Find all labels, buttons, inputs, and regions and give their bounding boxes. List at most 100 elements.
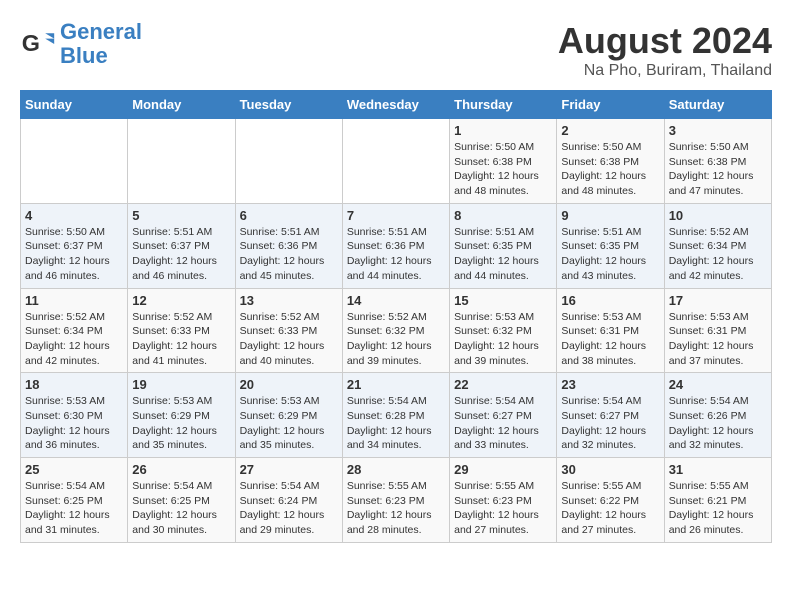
day-number: 28 (347, 462, 445, 477)
day-number: 3 (669, 123, 767, 138)
day-info: Sunrise: 5:52 AM Sunset: 6:34 PM Dayligh… (25, 310, 123, 369)
day-number: 27 (240, 462, 338, 477)
calendar-cell: 16 Sunrise: 5:53 AM Sunset: 6:31 PM Dayli… (557, 288, 664, 373)
day-info: Sunrise: 5:53 AM Sunset: 6:32 PM Dayligh… (454, 310, 552, 369)
svg-text:G: G (22, 30, 40, 56)
calendar-cell: 1Sunrise: 5:50 AM Sunset: 6:38 PM Daylig… (450, 119, 557, 204)
day-info: Sunrise: 5:55 AM Sunset: 6:21 PM Dayligh… (669, 479, 767, 538)
day-number: 23 (561, 377, 659, 392)
calendar-cell: 15 Sunrise: 5:53 AM Sunset: 6:32 PM Dayli… (450, 288, 557, 373)
calendar-cell: 6 Sunrise: 5:51 AM Sunset: 6:36 PM Daylig… (235, 203, 342, 288)
calendar-cell: 14 Sunrise: 5:52 AM Sunset: 6:32 PM Dayli… (342, 288, 449, 373)
calendar-cell: 27 Sunrise: 5:54 AM Sunset: 6:24 PM Dayli… (235, 458, 342, 543)
day-info: Sunrise: 5:55 AM Sunset: 6:23 PM Dayligh… (454, 479, 552, 538)
calendar-cell: 9 Sunrise: 5:51 AM Sunset: 6:35 PM Daylig… (557, 203, 664, 288)
title-block: August 2024 Na Pho, Buriram, Thailand (558, 20, 772, 80)
day-info: Sunrise: 5:52 AM Sunset: 6:32 PM Dayligh… (347, 310, 445, 369)
calendar-week-row: 11 Sunrise: 5:52 AM Sunset: 6:34 PM Dayli… (21, 288, 772, 373)
calendar-cell: 4Sunrise: 5:50 AM Sunset: 6:37 PM Daylig… (21, 203, 128, 288)
calendar-week-row: 1Sunrise: 5:50 AM Sunset: 6:38 PM Daylig… (21, 119, 772, 204)
page-header: G General Blue August 2024 Na Pho, Burir… (20, 20, 772, 80)
day-number: 18 (25, 377, 123, 392)
calendar-cell: 25 Sunrise: 5:54 AM Sunset: 6:25 PM Dayli… (21, 458, 128, 543)
calendar-cell: 11 Sunrise: 5:52 AM Sunset: 6:34 PM Dayli… (21, 288, 128, 373)
calendar-cell: 7 Sunrise: 5:51 AM Sunset: 6:36 PM Daylig… (342, 203, 449, 288)
day-number: 30 (561, 462, 659, 477)
day-info: Sunrise: 5:54 AM Sunset: 6:28 PM Dayligh… (347, 394, 445, 453)
day-info: Sunrise: 5:51 AM Sunset: 6:36 PM Dayligh… (347, 225, 445, 284)
day-number: 25 (25, 462, 123, 477)
day-info: Sunrise: 5:52 AM Sunset: 6:34 PM Dayligh… (669, 225, 767, 284)
day-number: 16 (561, 293, 659, 308)
logo-text: General Blue (60, 20, 142, 68)
day-number: 15 (454, 293, 552, 308)
day-info: Sunrise: 5:51 AM Sunset: 6:35 PM Dayligh… (454, 225, 552, 284)
day-info: Sunrise: 5:53 AM Sunset: 6:31 PM Dayligh… (669, 310, 767, 369)
day-info: Sunrise: 5:54 AM Sunset: 6:25 PM Dayligh… (132, 479, 230, 538)
day-info: Sunrise: 5:54 AM Sunset: 6:27 PM Dayligh… (561, 394, 659, 453)
calendar-cell: 10 Sunrise: 5:52 AM Sunset: 6:34 PM Dayli… (664, 203, 771, 288)
day-number: 6 (240, 208, 338, 223)
day-number: 14 (347, 293, 445, 308)
day-info: Sunrise: 5:53 AM Sunset: 6:29 PM Dayligh… (240, 394, 338, 453)
calendar-cell: 23 Sunrise: 5:54 AM Sunset: 6:27 PM Dayli… (557, 373, 664, 458)
day-info: Sunrise: 5:51 AM Sunset: 6:35 PM Dayligh… (561, 225, 659, 284)
day-of-week-header: Monday (128, 91, 235, 119)
calendar-cell (128, 119, 235, 204)
calendar-cell: 13Sunrise: 5:52 AM Sunset: 6:33 PM Dayli… (235, 288, 342, 373)
day-of-week-header: Friday (557, 91, 664, 119)
calendar-cell: 2 Sunrise: 5:50 AM Sunset: 6:38 PM Daylig… (557, 119, 664, 204)
day-info: Sunrise: 5:53 AM Sunset: 6:30 PM Dayligh… (25, 394, 123, 453)
day-info: Sunrise: 5:50 AM Sunset: 6:38 PM Dayligh… (454, 140, 552, 199)
calendar-cell: 5Sunrise: 5:51 AM Sunset: 6:37 PM Daylig… (128, 203, 235, 288)
day-number: 9 (561, 208, 659, 223)
calendar-cell: 8 Sunrise: 5:51 AM Sunset: 6:35 PM Daylig… (450, 203, 557, 288)
calendar-cell: 12Sunrise: 5:52 AM Sunset: 6:33 PM Dayli… (128, 288, 235, 373)
day-number: 11 (25, 293, 123, 308)
day-number: 19 (132, 377, 230, 392)
day-info: Sunrise: 5:51 AM Sunset: 6:36 PM Dayligh… (240, 225, 338, 284)
day-number: 24 (669, 377, 767, 392)
day-number: 21 (347, 377, 445, 392)
calendar-cell: 17Sunrise: 5:53 AM Sunset: 6:31 PM Dayli… (664, 288, 771, 373)
calendar-cell: 29 Sunrise: 5:55 AM Sunset: 6:23 PM Dayli… (450, 458, 557, 543)
day-info: Sunrise: 5:53 AM Sunset: 6:31 PM Dayligh… (561, 310, 659, 369)
calendar-cell: 28 Sunrise: 5:55 AM Sunset: 6:23 PM Dayli… (342, 458, 449, 543)
day-info: Sunrise: 5:50 AM Sunset: 6:38 PM Dayligh… (669, 140, 767, 199)
calendar-cell: 19 Sunrise: 5:53 AM Sunset: 6:29 PM Dayli… (128, 373, 235, 458)
day-info: Sunrise: 5:54 AM Sunset: 6:26 PM Dayligh… (669, 394, 767, 453)
day-number: 13 (240, 293, 338, 308)
calendar-cell (342, 119, 449, 204)
calendar-cell: 26 Sunrise: 5:54 AM Sunset: 6:25 PM Dayli… (128, 458, 235, 543)
day-number: 7 (347, 208, 445, 223)
calendar-cell: 3 Sunrise: 5:50 AM Sunset: 6:38 PM Daylig… (664, 119, 771, 204)
calendar-week-row: 18 Sunrise: 5:53 AM Sunset: 6:30 PM Dayli… (21, 373, 772, 458)
day-number: 8 (454, 208, 552, 223)
calendar-header-row: SundayMondayTuesdayWednesdayThursdayFrid… (21, 91, 772, 119)
day-number: 22 (454, 377, 552, 392)
calendar-cell: 24 Sunrise: 5:54 AM Sunset: 6:26 PM Dayli… (664, 373, 771, 458)
calendar-cell: 30Sunrise: 5:55 AM Sunset: 6:22 PM Dayli… (557, 458, 664, 543)
day-number: 4 (25, 208, 123, 223)
day-info: Sunrise: 5:51 AM Sunset: 6:37 PM Dayligh… (132, 225, 230, 284)
calendar-cell (235, 119, 342, 204)
calendar-cell: 21 Sunrise: 5:54 AM Sunset: 6:28 PM Dayli… (342, 373, 449, 458)
day-info: Sunrise: 5:54 AM Sunset: 6:24 PM Dayligh… (240, 479, 338, 538)
day-number: 10 (669, 208, 767, 223)
day-info: Sunrise: 5:54 AM Sunset: 6:25 PM Dayligh… (25, 479, 123, 538)
day-info: Sunrise: 5:55 AM Sunset: 6:23 PM Dayligh… (347, 479, 445, 538)
calendar-cell (21, 119, 128, 204)
day-number: 26 (132, 462, 230, 477)
calendar-table: SundayMondayTuesdayWednesdayThursdayFrid… (20, 90, 772, 543)
day-info: Sunrise: 5:53 AM Sunset: 6:29 PM Dayligh… (132, 394, 230, 453)
calendar-week-row: 25 Sunrise: 5:54 AM Sunset: 6:25 PM Dayli… (21, 458, 772, 543)
day-info: Sunrise: 5:54 AM Sunset: 6:27 PM Dayligh… (454, 394, 552, 453)
day-number: 29 (454, 462, 552, 477)
calendar-week-row: 4Sunrise: 5:50 AM Sunset: 6:37 PM Daylig… (21, 203, 772, 288)
day-number: 2 (561, 123, 659, 138)
day-of-week-header: Saturday (664, 91, 771, 119)
day-of-week-header: Wednesday (342, 91, 449, 119)
logo-icon: G (20, 26, 56, 62)
logo: G General Blue (20, 20, 142, 68)
day-info: Sunrise: 5:50 AM Sunset: 6:38 PM Dayligh… (561, 140, 659, 199)
